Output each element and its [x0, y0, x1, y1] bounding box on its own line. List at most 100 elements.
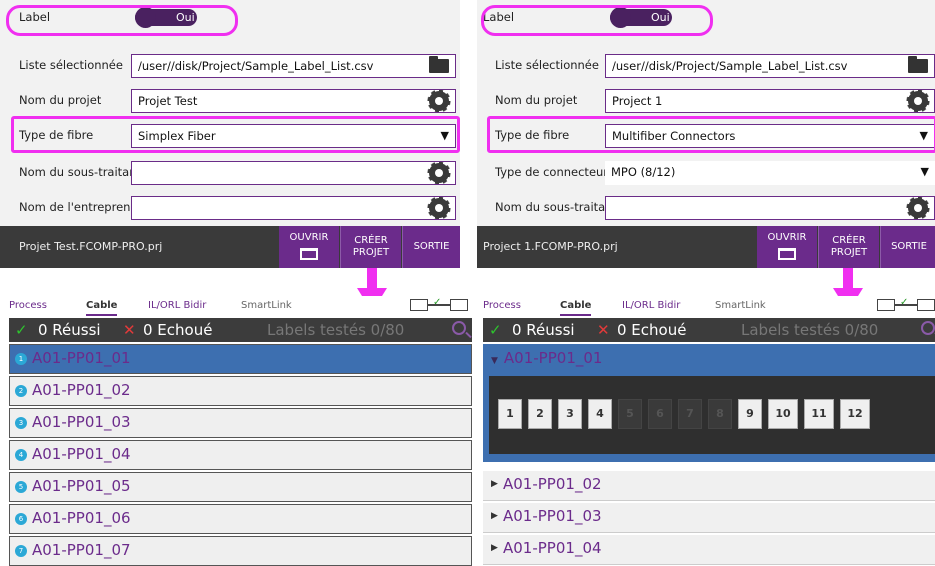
- tab-bar: Process Cable IL/ORL Bidir SmartLink ✓: [9, 296, 472, 316]
- folder-icon: [778, 248, 796, 260]
- folder-icon[interactable]: [429, 56, 449, 73]
- list-label: Liste sélectionnée: [495, 58, 599, 72]
- fiber-cell: 7: [678, 399, 702, 429]
- connector-box: [877, 299, 895, 311]
- project-name-field[interactable]: Projet Test: [131, 89, 456, 113]
- item-number-badge: 3: [15, 417, 27, 429]
- list-item[interactable]: 5 A01-PP01_05: [9, 472, 472, 502]
- project-row: Nom du projet Projet Test: [0, 83, 460, 118]
- open-button[interactable]: OUVRIR: [279, 226, 339, 268]
- create-project-button[interactable]: CRÉER PROJET: [819, 226, 879, 268]
- fiber-cell[interactable]: 11: [804, 399, 834, 429]
- fiber-grid: 1 2 3 4 5 6 7 8 9 10 11 12: [489, 376, 935, 454]
- create-project-button[interactable]: CRÉER PROJET: [341, 226, 401, 268]
- project-value: Project 1: [612, 94, 663, 108]
- list-item[interactable]: 6 A01-PP01_06: [9, 504, 472, 534]
- folder-icon: [300, 248, 318, 260]
- tab-cable[interactable]: Cable: [560, 300, 592, 316]
- tab-cable[interactable]: Cable: [86, 300, 118, 316]
- status-bar: ✓ 0 Réussi ✕ 0 Echoué Labels testés 0/80: [483, 318, 935, 342]
- tab-il-orl-bidir[interactable]: IL/ORL Bidir: [148, 300, 206, 311]
- fiber-cell: 8: [708, 399, 732, 429]
- company-row: Nom de l'entreprene: [0, 190, 460, 225]
- connector-box: [450, 299, 468, 311]
- sub-row: Nom du sous-traitan: [477, 190, 935, 225]
- expand-triangle-icon: ▶: [491, 543, 498, 553]
- project-name-field[interactable]: Project 1: [605, 89, 935, 113]
- tab-smartlink[interactable]: SmartLink: [715, 300, 766, 311]
- item-number-badge: 4: [15, 449, 27, 461]
- subcontractor-field[interactable]: [131, 161, 456, 185]
- fiber-cell[interactable]: 10: [768, 399, 798, 429]
- search-icon[interactable]: [921, 321, 935, 335]
- gear-icon[interactable]: [429, 91, 449, 111]
- fiber-cell[interactable]: 4: [588, 399, 612, 429]
- passed-count: 0 Réussi: [38, 321, 101, 339]
- connector-row: Type de connecteur MPO (8/12) ▼: [477, 155, 935, 190]
- fiber-cell[interactable]: 2: [528, 399, 552, 429]
- list-field[interactable]: /user//disk/Project/Sample_Label_List.cs…: [131, 54, 456, 78]
- project-label: Nom du projet: [495, 93, 578, 107]
- list-item[interactable]: ▶ A01-PP01_03: [483, 503, 935, 533]
- highlight-label: [481, 5, 713, 36]
- list-item[interactable]: ▶ A01-PP01_02: [483, 471, 935, 501]
- expanded-item[interactable]: ▼ A01-PP01_01 1 2 3 4 5 6 7 8 9 10 11 12: [483, 344, 935, 462]
- failed-count: 0 Echoué: [143, 321, 213, 339]
- project-row: Nom du projet Project 1: [477, 83, 935, 118]
- item-number-badge: 5: [15, 481, 27, 493]
- list-value: /user//disk/Project/Sample_Label_List.cs…: [612, 59, 848, 73]
- gear-icon[interactable]: [908, 91, 928, 111]
- tab-process[interactable]: Process: [483, 300, 521, 311]
- fiber-cell[interactable]: 1: [498, 399, 522, 429]
- cross-icon: ✕: [597, 321, 610, 339]
- subcontractor-field[interactable]: [605, 196, 935, 220]
- exit-button[interactable]: SORTIE: [881, 226, 935, 268]
- list-item[interactable]: 1 A01-PP01_01: [9, 344, 472, 374]
- open-button[interactable]: OUVRIR: [757, 226, 817, 268]
- item-label: A01-PP01_01: [32, 349, 131, 367]
- list-field[interactable]: /user//disk/Project/Sample_Label_List.cs…: [605, 54, 935, 78]
- connector-type-select[interactable]: MPO (8/12) ▼: [605, 161, 935, 185]
- list-item[interactable]: 7 A01-PP01_07: [9, 536, 472, 566]
- tested-count: Labels testés 0/80: [267, 321, 405, 339]
- project-filename: Projet Test.FCOMP-PRO.prj: [19, 240, 163, 253]
- sub-label: Nom du sous-traitan: [19, 165, 131, 179]
- search-icon[interactable]: [452, 321, 466, 335]
- expanded-item-header[interactable]: ▼ A01-PP01_01: [491, 349, 602, 367]
- tab-smartlink[interactable]: SmartLink: [241, 300, 292, 311]
- connection-icon: ✓: [877, 297, 935, 312]
- expanded-label: A01-PP01_01: [503, 349, 603, 367]
- highlight-fiber: [487, 116, 935, 153]
- passed-count: 0 Réussi: [512, 321, 575, 339]
- project-filename: Project 1.FCOMP-PRO.prj: [483, 240, 618, 253]
- gear-icon[interactable]: [908, 198, 928, 218]
- fiber-cell: 5: [618, 399, 642, 429]
- sub-label: Nom du sous-traitan: [495, 200, 607, 214]
- list-label: Liste sélectionnée: [19, 58, 123, 72]
- form-footer: Projet Test.FCOMP-PRO.prj OUVRIR CRÉER P…: [0, 226, 460, 268]
- item-number-badge: 6: [15, 513, 27, 525]
- item-label: A01-PP01_06: [32, 509, 131, 527]
- list-item[interactable]: 4 A01-PP01_04: [9, 440, 472, 470]
- highlight-label: [6, 5, 238, 36]
- fiber-cell[interactable]: 9: [738, 399, 762, 429]
- exit-button[interactable]: SORTIE: [403, 226, 460, 268]
- gear-icon[interactable]: [429, 163, 449, 183]
- dropdown-arrow-icon: ▼: [920, 165, 929, 178]
- gear-icon[interactable]: [429, 198, 449, 218]
- left-project-form: Label Oui Liste sélectionnée /user//disk…: [0, 0, 460, 268]
- company-field[interactable]: [131, 196, 456, 220]
- list-item[interactable]: 3 A01-PP01_03: [9, 408, 472, 438]
- list-item[interactable]: ▶ A01-PP01_04: [483, 535, 935, 565]
- tab-process[interactable]: Process: [9, 300, 47, 311]
- item-label: A01-PP01_04: [32, 445, 131, 463]
- tab-il-orl-bidir[interactable]: IL/ORL Bidir: [622, 300, 680, 311]
- fiber-cell[interactable]: 12: [840, 399, 870, 429]
- expand-triangle-icon: ▶: [491, 511, 498, 521]
- check-icon: ✓: [900, 297, 909, 308]
- fiber-cell[interactable]: 3: [558, 399, 582, 429]
- arrow-shaft: [367, 268, 377, 290]
- list-item[interactable]: 2 A01-PP01_02: [9, 376, 472, 406]
- fiber-cell: 6: [648, 399, 672, 429]
- folder-icon[interactable]: [908, 56, 928, 73]
